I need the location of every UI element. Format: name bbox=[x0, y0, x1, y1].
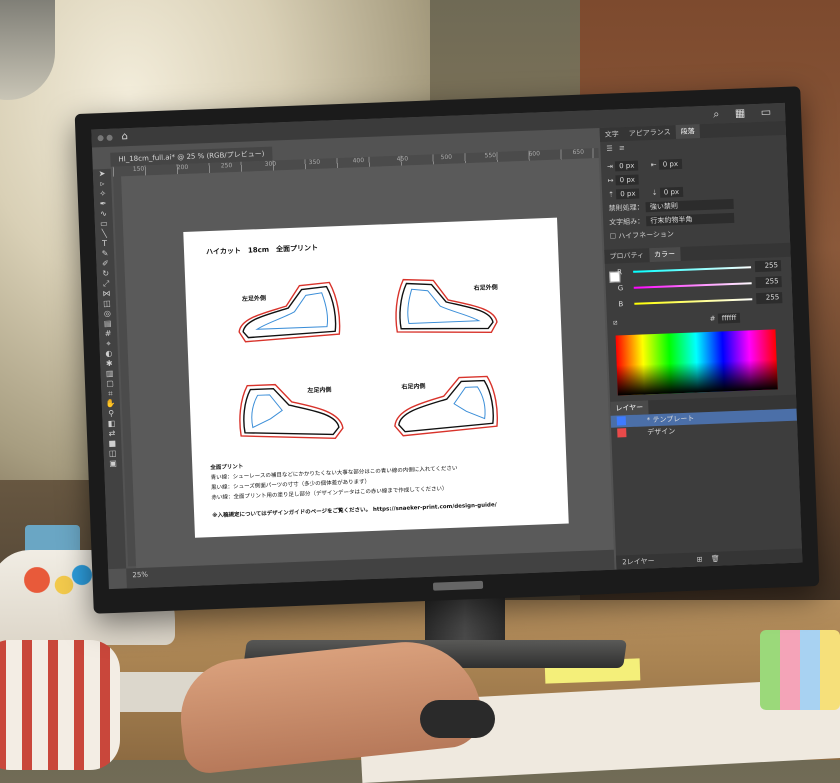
ruler-tick: 550 bbox=[484, 151, 497, 160]
screen-mode-icon[interactable]: ▣ bbox=[104, 459, 122, 470]
right-indent-icon: ⇤ bbox=[650, 160, 657, 170]
marker-set bbox=[760, 630, 840, 710]
ruler-tick: 150 bbox=[132, 165, 145, 173]
kinsoku-select[interactable]: 強い禁則 bbox=[645, 198, 735, 213]
monitor-logo bbox=[432, 580, 484, 591]
tab-paragraph[interactable]: 段落 bbox=[675, 124, 700, 140]
first-line-indent-icon: ↦ bbox=[607, 176, 614, 185]
monitor: ⌂ ⌕ ▦ ▭ HI_18cm_full.ai* @ 25 % (RGB/プレビ… bbox=[74, 86, 820, 614]
window-minimize-dot[interactable] bbox=[106, 134, 113, 141]
layers-footer: 2レイヤー ⊞ 🗑 bbox=[616, 548, 803, 570]
ruler-tick: 400 bbox=[352, 157, 365, 165]
channel-r-label: R bbox=[616, 268, 623, 277]
left-indent-icon: ⇥ bbox=[606, 162, 614, 171]
mojigumi-label: 文字組み： bbox=[609, 217, 645, 227]
hyphenation-checkbox[interactable]: ☐ bbox=[610, 232, 617, 240]
ruler-tick: 200 bbox=[176, 163, 189, 172]
artboard[interactable]: ハイカット 18cm 全面プリント 左足外側 右足外側 左足内側 右足内側 全面… bbox=[183, 217, 569, 538]
layer-name-template[interactable]: * テンプレート bbox=[647, 415, 695, 425]
layer-name-design[interactable]: デザイン bbox=[647, 427, 675, 436]
note-guide-link[interactable]: ※入稿規定についてはデザインガイドのページをご覧ください。 https://sn… bbox=[212, 498, 552, 521]
mojigumi-select[interactable]: 行末約物半角 bbox=[646, 212, 735, 227]
space-before-field[interactable]: 0 px bbox=[616, 188, 640, 200]
window-close-dot[interactable] bbox=[97, 135, 104, 142]
ruler-tick: 600 bbox=[528, 150, 541, 158]
channel-g-label: G bbox=[617, 284, 624, 293]
layers-count: 2レイヤー bbox=[622, 557, 655, 567]
ruler-tick: 300 bbox=[264, 160, 277, 168]
mouse bbox=[420, 700, 495, 738]
color-spectrum[interactable] bbox=[615, 329, 778, 396]
layer-color-template bbox=[616, 416, 627, 426]
canvas[interactable]: ハイカット 18cm 全面プリント 左足外側 右足外側 左足内側 右足内側 全面… bbox=[121, 158, 614, 569]
slider-r-track[interactable] bbox=[633, 266, 752, 273]
align-center-icon[interactable]: ≡ bbox=[619, 144, 625, 152]
space-after-icon: ⇣ bbox=[651, 188, 658, 198]
zoom-level[interactable]: 25% bbox=[126, 571, 148, 580]
ruler-tick: 250 bbox=[220, 162, 233, 170]
layer-color-design bbox=[617, 428, 627, 438]
rgb-sliders: R 255 G 255 B 255 bbox=[605, 257, 793, 316]
shoe-template-right-inner bbox=[394, 375, 498, 437]
template-notes: 全面プリント 青い線：シューレースの補目などにかかりたくない大事な部分はこの青い… bbox=[210, 450, 552, 521]
channel-b-value[interactable]: 255 bbox=[756, 292, 783, 305]
space-after-field[interactable]: 0 px bbox=[659, 186, 684, 198]
right-panel: 文字 アピアランス 段落 ☰ ≡ ⇥ 0 px ⇤ 0 px ↦ 0 px ⇡ 0 … bbox=[599, 120, 803, 570]
ruler-tick: 500 bbox=[440, 153, 453, 162]
ruler-tick: 650 bbox=[572, 148, 585, 157]
hex-field[interactable]: ffffff bbox=[717, 312, 741, 324]
slider-b-track[interactable] bbox=[634, 298, 753, 305]
shoe-template-right-outer bbox=[395, 278, 498, 333]
hyphenation-label: ハイフネーション bbox=[618, 230, 675, 241]
hex-label: # bbox=[709, 314, 716, 323]
right-indent-field[interactable]: 0 px bbox=[658, 158, 683, 170]
illustrator-window: ⌂ ⌕ ▦ ▭ HI_18cm_full.ai* @ 25 % (RGB/プレビ… bbox=[91, 102, 803, 590]
ruler-tick: 350 bbox=[308, 158, 321, 167]
search-icon[interactable]: ⌕ ▦ ▭ bbox=[713, 105, 777, 121]
none-swatch-icon[interactable]: ⧄ bbox=[613, 318, 618, 326]
first-line-indent-field[interactable]: 0 px bbox=[615, 174, 640, 186]
sneaker-print-art bbox=[10, 560, 100, 610]
slider-g-track[interactable] bbox=[633, 282, 752, 289]
kinsoku-label: 禁則処理： bbox=[608, 203, 644, 213]
tab-character[interactable]: 文字 bbox=[600, 127, 625, 142]
align-left-icon[interactable]: ☰ bbox=[606, 144, 613, 152]
shoe-template-left-outer bbox=[238, 281, 341, 343]
new-layer-icon[interactable]: ⊞ bbox=[697, 555, 703, 563]
home-icon[interactable]: ⌂ bbox=[121, 131, 128, 142]
tab-layers[interactable]: レイヤー bbox=[610, 400, 649, 416]
channel-b-label: B bbox=[618, 300, 624, 309]
shoe-template-left-inner bbox=[239, 383, 344, 440]
space-before-icon: ⇡ bbox=[608, 190, 615, 199]
sleeve bbox=[0, 640, 120, 770]
channel-g-value[interactable]: 255 bbox=[755, 276, 782, 289]
ruler-tick: 450 bbox=[396, 155, 409, 163]
artboard-title: ハイカット 18cm 全面プリント bbox=[205, 243, 319, 257]
channel-r-value[interactable]: 255 bbox=[754, 260, 782, 273]
delete-layer-icon[interactable]: 🗑 bbox=[711, 555, 720, 563]
left-indent-field[interactable]: 0 px bbox=[614, 160, 639, 172]
tab-color[interactable]: カラー bbox=[648, 246, 681, 263]
